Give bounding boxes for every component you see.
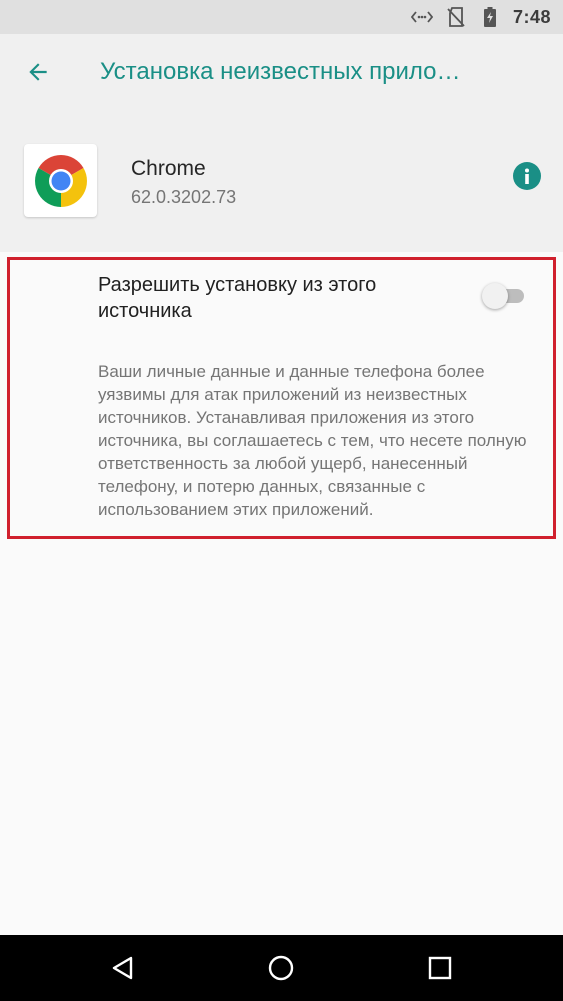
app-version: 62.0.3202.73	[131, 187, 237, 207]
page-title: Установка неизвестных прило…	[100, 58, 461, 85]
nav-back-button[interactable]	[103, 948, 143, 988]
status-bar: 7:48	[0, 0, 563, 34]
home-circle-icon	[268, 955, 294, 981]
allow-install-setting-title[interactable]: Разрешить установку из этого источника	[98, 272, 458, 324]
toggle-thumb	[482, 283, 508, 309]
no-sim-icon	[445, 6, 467, 28]
battery-charging-icon	[479, 6, 501, 28]
recents-square-icon	[428, 956, 452, 980]
arrow-back-icon	[29, 63, 47, 81]
app-icon	[24, 144, 97, 217]
nav-home-button[interactable]	[261, 948, 301, 988]
app-header: Chrome 62.0.3202.73	[0, 110, 563, 252]
info-icon	[525, 168, 529, 184]
allow-install-toggle[interactable]	[482, 282, 526, 310]
back-button[interactable]	[14, 48, 62, 96]
status-time: 7:48	[512, 6, 551, 27]
app-bar: Установка неизвестных прило…	[0, 34, 563, 110]
app-info-button[interactable]	[513, 162, 541, 190]
warning-description: Ваши личные данные и данные телефона бол…	[98, 362, 527, 519]
chrome-logo-icon	[34, 154, 87, 207]
data-transfer-icon	[410, 6, 433, 28]
app-name: Chrome	[131, 157, 206, 180]
navigation-bar	[0, 935, 563, 1001]
back-triangle-icon	[112, 956, 133, 980]
nav-recents-button[interactable]	[420, 948, 460, 988]
